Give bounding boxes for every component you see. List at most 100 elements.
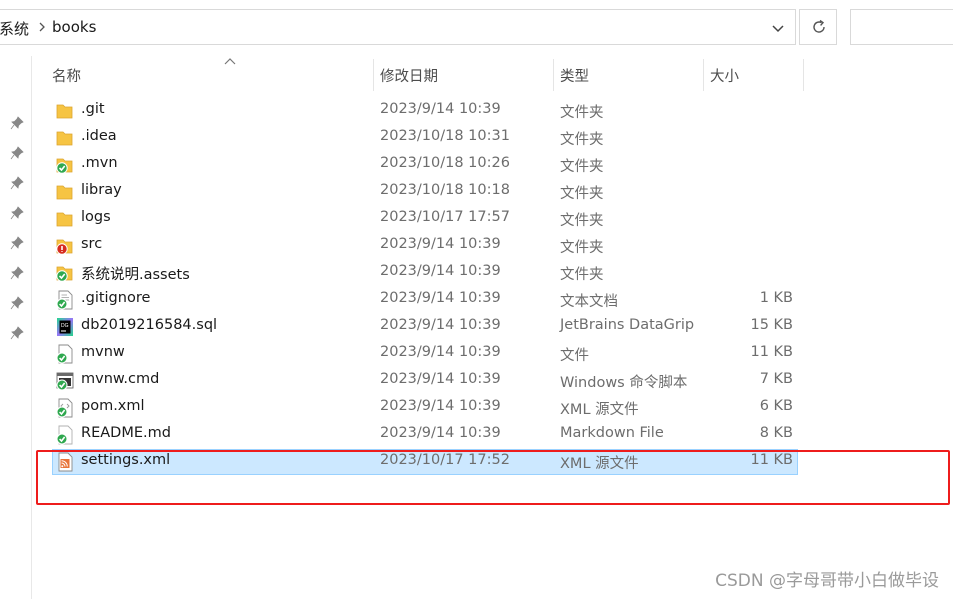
folder-modified-icon bbox=[56, 239, 73, 255]
folder-icon bbox=[56, 131, 73, 146]
address-bar[interactable]: 系统 books bbox=[0, 9, 796, 45]
file-type: Windows 命令脚本 bbox=[560, 375, 688, 391]
refresh-button[interactable] bbox=[799, 9, 837, 45]
file-row[interactable]: .git 2023/9/14 10:39 文件夹 bbox=[52, 98, 798, 124]
sort-ascending-icon bbox=[224, 58, 236, 65]
file-size: 11 KB bbox=[750, 344, 793, 360]
address-bar-row: 系统 books bbox=[0, 0, 953, 56]
pin-icon[interactable] bbox=[10, 116, 24, 130]
folder-icon bbox=[56, 104, 73, 119]
file-size: 15 KB bbox=[750, 317, 793, 333]
file-row[interactable]: src 2023/9/14 10:39 文件夹 bbox=[52, 233, 798, 259]
column-header-size[interactable]: 大小 bbox=[704, 59, 804, 91]
file-date: 2023/9/14 10:39 bbox=[380, 371, 501, 387]
file-name: src bbox=[81, 236, 103, 252]
cmd-file-synced-icon bbox=[56, 372, 74, 391]
folder-synced-icon bbox=[56, 266, 73, 282]
file-size: 6 KB bbox=[759, 398, 793, 414]
file-date: 2023/10/18 10:18 bbox=[380, 182, 510, 198]
file-type: 文件夹 bbox=[560, 132, 604, 148]
folder-icon bbox=[56, 212, 73, 227]
pin-icon[interactable] bbox=[10, 296, 24, 310]
file-size: 1 KB bbox=[759, 290, 793, 306]
file-date: 2023/9/14 10:39 bbox=[380, 236, 501, 252]
file-name: mvnw.cmd bbox=[81, 371, 160, 387]
column-header-size-label: 大小 bbox=[710, 69, 739, 85]
file-name: mvnw bbox=[81, 344, 125, 360]
pin-icon[interactable] bbox=[10, 326, 24, 340]
column-header-name[interactable]: 名称 bbox=[52, 58, 374, 91]
column-header-name-label: 名称 bbox=[52, 69, 81, 85]
folder-icon bbox=[56, 185, 73, 200]
file-name: .git bbox=[81, 101, 105, 117]
breadcrumb-chevron-icon[interactable] bbox=[35, 17, 49, 37]
file-date: 2023/9/14 10:39 bbox=[380, 290, 501, 306]
file-name: db2019216584.sql bbox=[81, 317, 218, 333]
file-date: 2023/9/14 10:39 bbox=[380, 101, 501, 117]
file-name: .mvn bbox=[81, 155, 118, 171]
file-row[interactable]: mvnw 2023/9/14 10:39 文件 11 KB bbox=[52, 341, 798, 367]
file-type: JetBrains DataGrip bbox=[560, 317, 695, 333]
pin-icon[interactable] bbox=[10, 236, 24, 250]
text-file-synced-icon bbox=[56, 290, 73, 310]
file-name: .idea bbox=[81, 128, 117, 144]
file-date: 2023/9/14 10:39 bbox=[380, 344, 501, 360]
breadcrumb-current[interactable]: books bbox=[52, 18, 96, 36]
file-date: 2023/9/14 10:39 bbox=[380, 317, 501, 333]
file-size: 8 KB bbox=[759, 425, 793, 441]
column-header-type[interactable]: 类型 bbox=[554, 59, 704, 91]
file-size: 7 KB bbox=[759, 371, 793, 387]
xml-file-synced-icon bbox=[56, 398, 73, 418]
file-type: Markdown File bbox=[560, 425, 664, 441]
highlight-annotation-box bbox=[36, 450, 950, 505]
folder-synced-icon bbox=[56, 158, 73, 174]
pin-icon[interactable] bbox=[10, 266, 24, 280]
navigation-pane bbox=[0, 56, 32, 599]
file-date: 2023/10/17 17:57 bbox=[380, 209, 510, 225]
file-synced-icon bbox=[56, 344, 73, 364]
file-type: 文件夹 bbox=[560, 240, 604, 256]
file-type: 文件夹 bbox=[560, 105, 604, 121]
file-type: 文件 bbox=[560, 348, 589, 364]
pin-icon[interactable] bbox=[10, 206, 24, 220]
file-name: README.md bbox=[81, 425, 171, 441]
watermark: CSDN @字母哥带小白做毕设 bbox=[715, 571, 939, 591]
file-date: 2023/9/14 10:39 bbox=[380, 425, 501, 441]
file-row[interactable]: .gitignore 2023/9/14 10:39 文本文档 1 KB bbox=[52, 287, 798, 313]
breadcrumb-parent[interactable]: 系统 bbox=[0, 18, 29, 39]
file-type: 文件夹 bbox=[560, 159, 604, 175]
file-type: 文件夹 bbox=[560, 186, 604, 202]
search-input[interactable] bbox=[850, 9, 953, 45]
file-row[interactable]: .idea 2023/10/18 10:31 文件夹 bbox=[52, 125, 798, 151]
file-name: 系统说明.assets bbox=[81, 267, 190, 283]
file-name: libray bbox=[81, 182, 122, 198]
file-date: 2023/10/18 10:26 bbox=[380, 155, 510, 171]
file-row[interactable]: logs 2023/10/17 17:57 文件夹 bbox=[52, 206, 798, 232]
file-row[interactable]: README.md 2023/9/14 10:39 Markdown File … bbox=[52, 422, 798, 448]
refresh-icon bbox=[813, 19, 825, 33]
file-row[interactable]: 系统说明.assets 2023/9/14 10:39 文件夹 bbox=[52, 260, 798, 286]
file-name: pom.xml bbox=[81, 398, 145, 414]
file-row[interactable]: pom.xml 2023/9/14 10:39 XML 源文件 6 KB bbox=[52, 395, 798, 421]
column-header-type-label: 类型 bbox=[560, 69, 589, 85]
file-type: XML 源文件 bbox=[560, 402, 639, 418]
file-name: logs bbox=[81, 209, 111, 225]
pin-icon[interactable] bbox=[10, 146, 24, 160]
svg-text:DG: DG bbox=[61, 323, 69, 329]
file-row[interactable]: mvnw.cmd 2023/9/14 10:39 Windows 命令脚本 7 … bbox=[52, 368, 798, 394]
column-header-date[interactable]: 修改日期 bbox=[374, 59, 554, 91]
file-name: .gitignore bbox=[81, 290, 151, 306]
markdown-file-synced-icon bbox=[56, 425, 73, 445]
file-type: 文本文档 bbox=[560, 294, 618, 310]
file-date: 2023/9/14 10:39 bbox=[380, 398, 501, 414]
column-header-row: 名称 修改日期 类型 大小 bbox=[32, 56, 953, 91]
chevron-down-icon[interactable] bbox=[769, 19, 787, 37]
pin-icon[interactable] bbox=[10, 176, 24, 190]
file-row[interactable]: libray 2023/10/18 10:18 文件夹 bbox=[52, 179, 798, 205]
column-header-date-label: 修改日期 bbox=[380, 69, 438, 85]
file-row[interactable]: .mvn 2023/10/18 10:26 文件夹 bbox=[52, 152, 798, 178]
file-type: 文件夹 bbox=[560, 213, 604, 229]
file-row[interactable]: DG db2019216584.sql 2023/9/14 10:39 JetB… bbox=[52, 314, 798, 340]
file-date: 2023/10/18 10:31 bbox=[380, 128, 510, 144]
file-type: 文件夹 bbox=[560, 267, 604, 283]
